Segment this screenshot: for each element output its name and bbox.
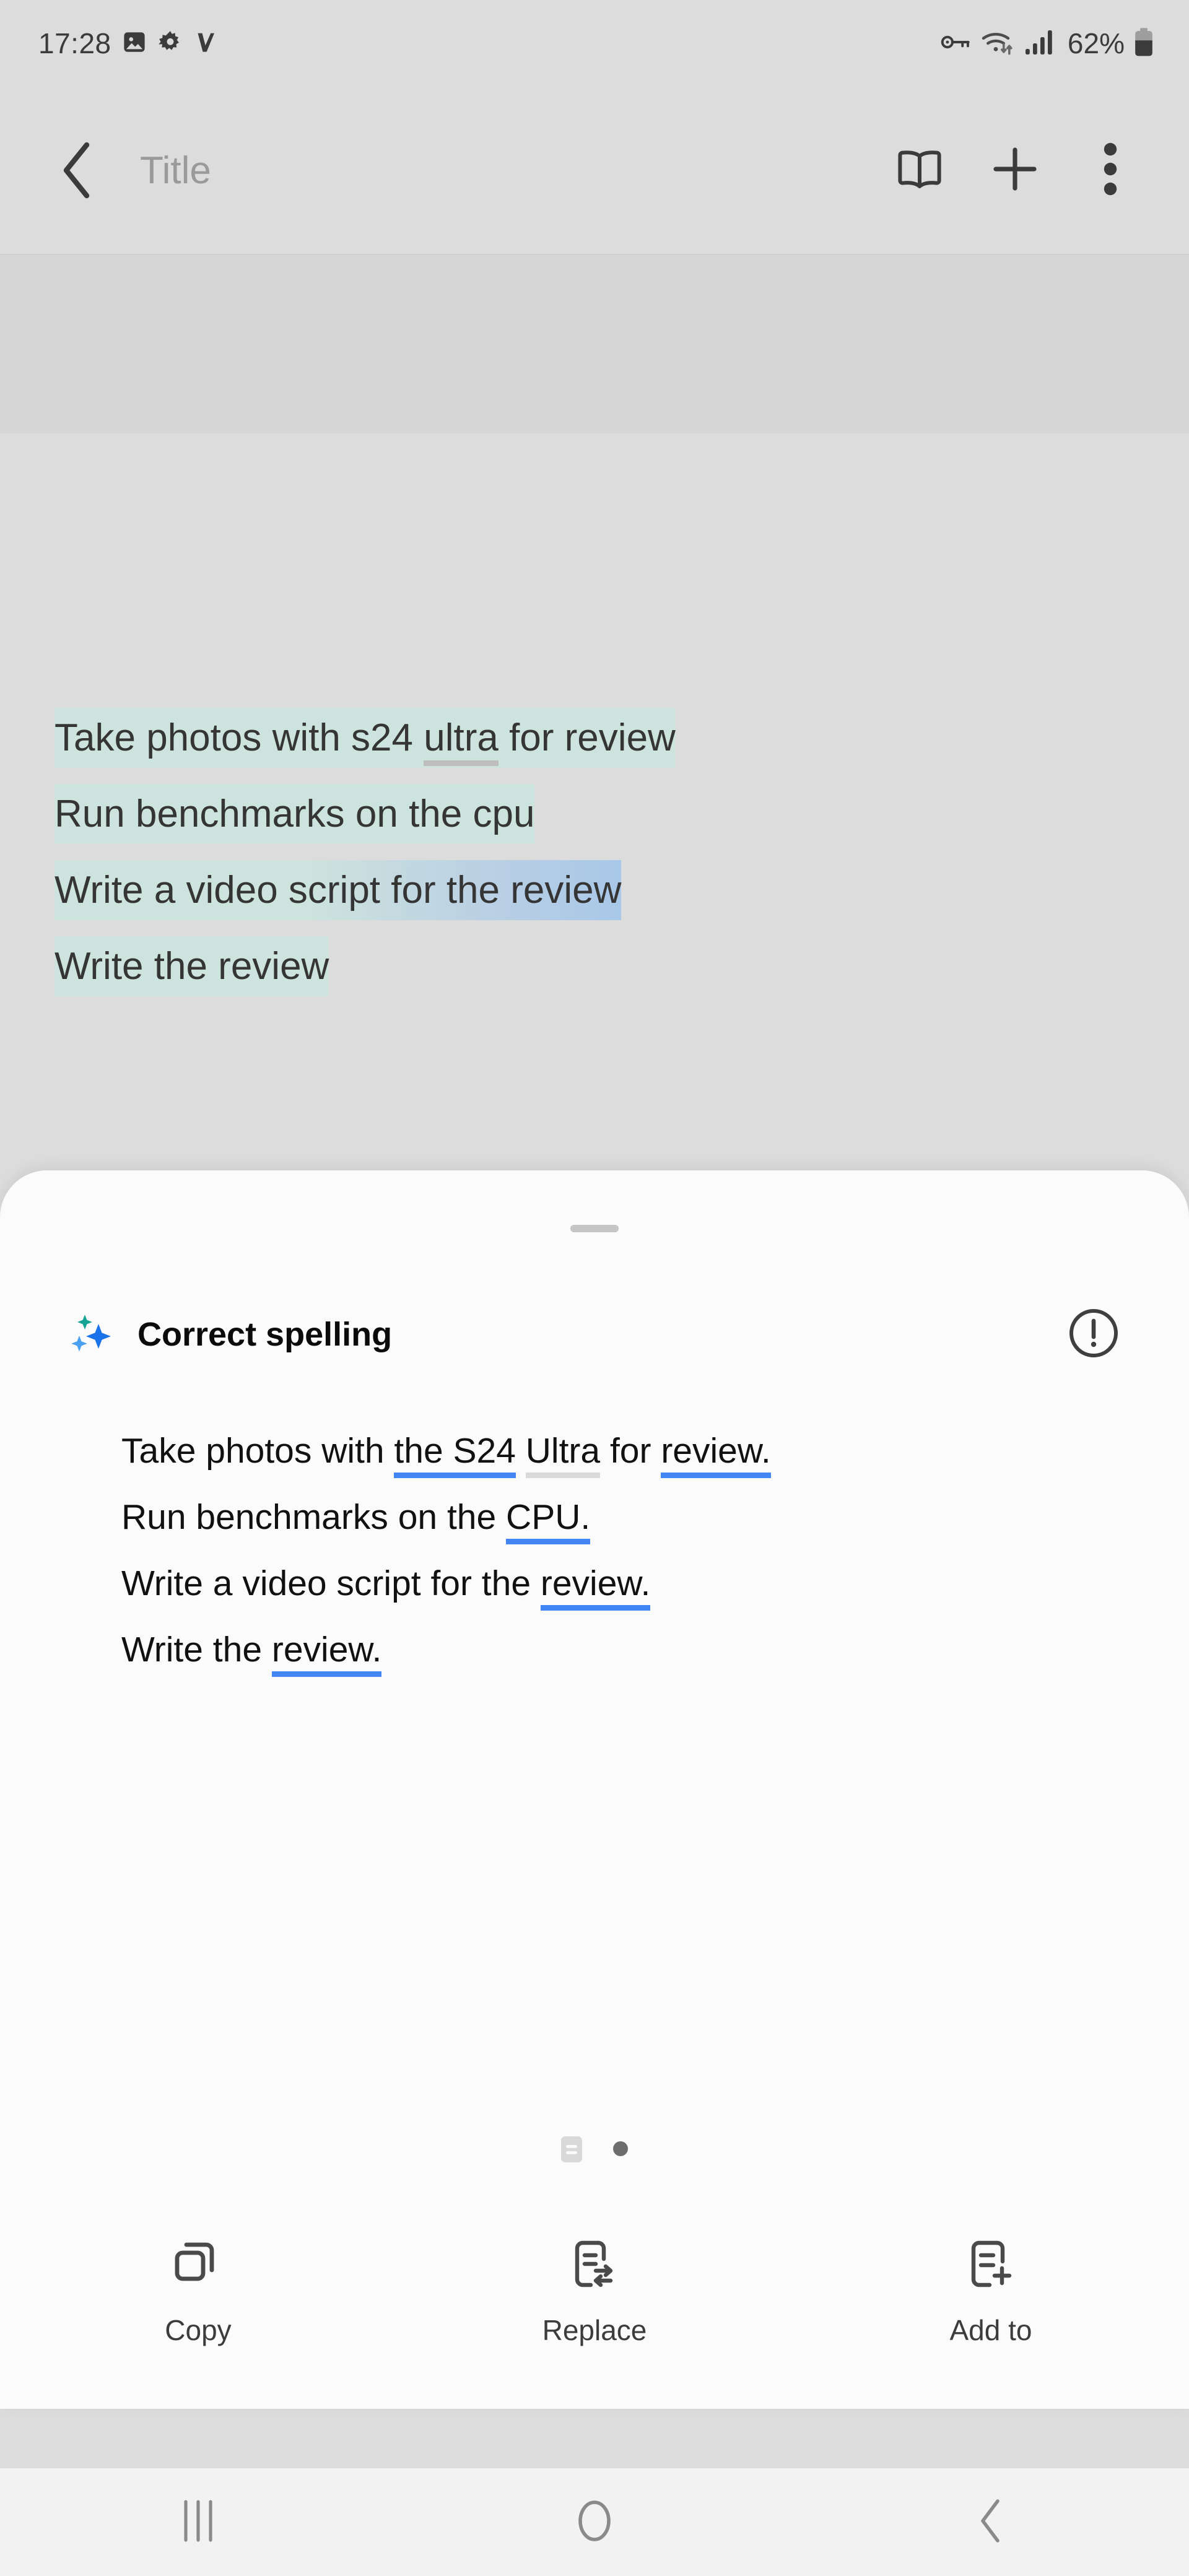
back-button[interactable]	[37, 130, 118, 211]
phone-screen: 17:28	[0, 0, 1189, 2576]
sheet-title: Correct spelling	[137, 1315, 1066, 1354]
note-misspelled-word: ultra	[424, 716, 499, 766]
note-title-placeholder[interactable]: Title	[140, 149, 879, 193]
note-line-4-text: Write the review	[54, 936, 329, 996]
checkmark-icon	[193, 29, 218, 58]
note-line-2[interactable]: Run benchmarks on the cpu	[54, 776, 1107, 852]
segment-plain: Write a video script for the	[121, 1564, 541, 1603]
segment-space	[516, 1431, 526, 1471]
more-options-button[interactable]	[1070, 130, 1151, 211]
status-bar-right: 62%	[940, 27, 1154, 60]
status-bar: 17:28	[0, 0, 1189, 87]
add-to-label: Add to	[950, 2313, 1032, 2347]
page-indicator	[0, 2136, 1189, 2161]
note-line-1-post: for review	[499, 716, 676, 759]
segment-partial: Ultra	[526, 1431, 600, 1478]
sheet-header: Correct spelling	[0, 1282, 1189, 1387]
note-meta-band	[0, 254, 1189, 433]
status-bar-left: 17:28	[38, 27, 218, 60]
note-line-3-text: Write a video script for the review	[54, 860, 621, 920]
replace-document-icon	[566, 2235, 623, 2292]
document-icon[interactable]	[561, 2136, 582, 2161]
wifi-icon	[981, 28, 1016, 59]
note-line-1[interactable]: Take photos with s24 ultra for review	[54, 700, 1107, 776]
note-line-4[interactable]: Write the review	[54, 928, 1107, 1004]
copy-label: Copy	[165, 2313, 231, 2347]
sheet-drag-handle[interactable]	[570, 1225, 619, 1232]
reading-mode-button[interactable]	[879, 130, 960, 211]
segment-partial-text: Ultra	[526, 1431, 600, 1471]
gear-icon	[157, 29, 183, 58]
recents-button[interactable]	[0, 2468, 396, 2576]
battery-icon	[1133, 27, 1154, 60]
add-to-document-icon	[962, 2235, 1019, 2292]
back-button-nav[interactable]	[793, 2468, 1189, 2576]
status-time: 17:28	[38, 27, 111, 60]
home-circle-icon	[575, 2498, 614, 2547]
add-to-button[interactable]: Add to	[793, 2235, 1189, 2347]
segment-corrected: review.	[661, 1431, 770, 1478]
info-button[interactable]	[1066, 1307, 1121, 1362]
vpn-key-icon	[940, 29, 972, 58]
correct-spelling-sheet: Correct spelling Take photos with the S2…	[0, 1170, 1189, 2409]
segment-corrected: CPU.	[506, 1497, 590, 1544]
signal-bars-icon	[1024, 28, 1055, 59]
app-bar: Title	[0, 87, 1189, 254]
overflow-menu-icon	[1102, 141, 1119, 200]
corrected-line-4[interactable]: Write the review.	[121, 1617, 1087, 1683]
corrected-line-3[interactable]: Write a video script for the review.	[121, 1551, 1087, 1617]
recents-icon	[181, 2498, 216, 2547]
replace-label: Replace	[542, 2313, 647, 2347]
note-line-3[interactable]: Write a video script for the review	[54, 852, 1107, 928]
note-body[interactable]: Take photos with s24 ultra for review Ru…	[0, 433, 1189, 1170]
segment-corrected: review.	[541, 1564, 650, 1611]
copy-button[interactable]: Copy	[0, 2235, 396, 2347]
plus-icon	[990, 144, 1040, 197]
corrected-text-content[interactable]: Take photos with the S24 Ultra for revie…	[121, 1418, 1087, 1683]
note-line-2-text: Run benchmarks on the cpu	[54, 784, 534, 844]
corrected-line-1[interactable]: Take photos with the S24 Ultra for revie…	[121, 1418, 1087, 1484]
copy-icon	[170, 2235, 227, 2292]
segment-plain: for	[600, 1431, 661, 1471]
home-button[interactable]	[396, 2468, 793, 2576]
note-text-content[interactable]: Take photos with s24 ultra for review Ru…	[54, 700, 1107, 1004]
segment-corrected: review.	[272, 1630, 381, 1677]
exclamation-circle-icon	[1068, 1307, 1120, 1362]
segment-plain: Write the	[121, 1630, 272, 1669]
galaxy-ai-sparkle-icon	[69, 1312, 115, 1357]
note-line-1-pre: Take photos with s24	[54, 716, 424, 759]
add-button[interactable]	[975, 130, 1055, 211]
image-icon	[121, 29, 147, 58]
back-chevron-icon	[974, 2497, 1008, 2548]
segment-plain: Run benchmarks on the	[121, 1497, 506, 1537]
book-icon	[896, 148, 943, 193]
replace-button[interactable]: Replace	[396, 2235, 793, 2347]
sheet-action-row: Copy Replace	[0, 2235, 1189, 2390]
battery-percentage: 62%	[1068, 27, 1125, 60]
segment-corrected: the S24	[394, 1431, 516, 1478]
active-dot[interactable]	[613, 2141, 628, 2156]
corrected-line-2[interactable]: Run benchmarks on the CPU.	[121, 1484, 1087, 1551]
android-nav-bar	[0, 2468, 1189, 2576]
segment-plain: Take photos with	[121, 1431, 394, 1471]
